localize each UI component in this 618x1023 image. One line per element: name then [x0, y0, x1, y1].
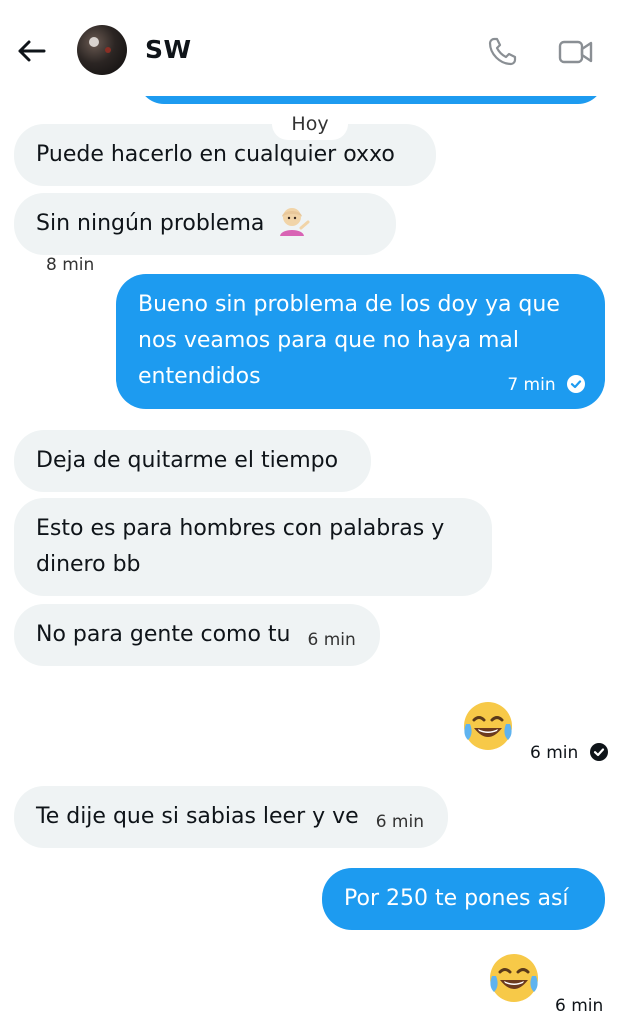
- incoming-message[interactable]: Te dije que si sabias leer y ve 6 min: [14, 786, 448, 848]
- message-text: Por 250 te pones así: [344, 886, 569, 911]
- message-line: Esto es para hombres con palabras y: [36, 516, 445, 541]
- incoming-message[interactable]: No para gente como tu 6 min: [14, 604, 380, 666]
- message-timestamp: 8 min: [46, 255, 95, 275]
- read-check-icon: [567, 375, 585, 393]
- date-separator: Hoy: [272, 108, 348, 140]
- face-with-tears-of-joy-emoji-icon[interactable]: [460, 698, 516, 754]
- incoming-message[interactable]: Esto es para hombres con palabras y dine…: [14, 498, 492, 596]
- message-line: nos veamos para que no haya mal: [138, 328, 519, 353]
- incoming-message[interactable]: Sin ningún problema 8 min: [14, 193, 396, 275]
- message-timestamp: 6 min: [530, 743, 579, 763]
- message-text: Deja de quitarme el tiempo: [36, 448, 339, 473]
- back-arrow-icon[interactable]: [14, 34, 48, 68]
- message-meta: 6 min: [530, 743, 608, 763]
- message-text: No para gente como tu: [36, 622, 291, 647]
- conversation-header: SW: [0, 0, 618, 96]
- message-line: Bueno sin problema de los doy ya que: [138, 292, 560, 317]
- phone-call-icon[interactable]: [486, 36, 518, 68]
- contact-name[interactable]: SW: [145, 35, 192, 64]
- avatar[interactable]: [77, 25, 127, 75]
- message-timestamp: 6 min: [375, 812, 424, 832]
- message-timestamp: 6 min: [555, 996, 604, 1016]
- message-line: dinero bb: [36, 552, 141, 577]
- face-with-tears-of-joy-emoji-icon[interactable]: [486, 950, 542, 1006]
- message-timestamp: 7 min: [507, 375, 556, 395]
- message-text: Puede hacerlo en cualquier oxxo: [36, 142, 395, 167]
- message-text: Te dije que si sabias leer y ve: [36, 804, 359, 829]
- outgoing-message[interactable]: Por 250 te pones así: [322, 868, 605, 930]
- video-call-icon[interactable]: [558, 37, 594, 67]
- message-text: Sin ningún problema: [36, 211, 265, 236]
- message-timestamp: 6 min: [307, 630, 356, 650]
- incoming-message[interactable]: Deja de quitarme el tiempo: [14, 430, 371, 492]
- read-check-icon: [589, 743, 608, 761]
- outgoing-message[interactable]: Bueno sin problema de los doy ya que nos…: [116, 274, 605, 409]
- message-meta: 7 min: [507, 375, 585, 395]
- woman-tipping-hand-emoji-icon: [280, 208, 310, 236]
- incoming-message[interactable]: Puede hacerlo en cualquier oxxo: [14, 124, 436, 186]
